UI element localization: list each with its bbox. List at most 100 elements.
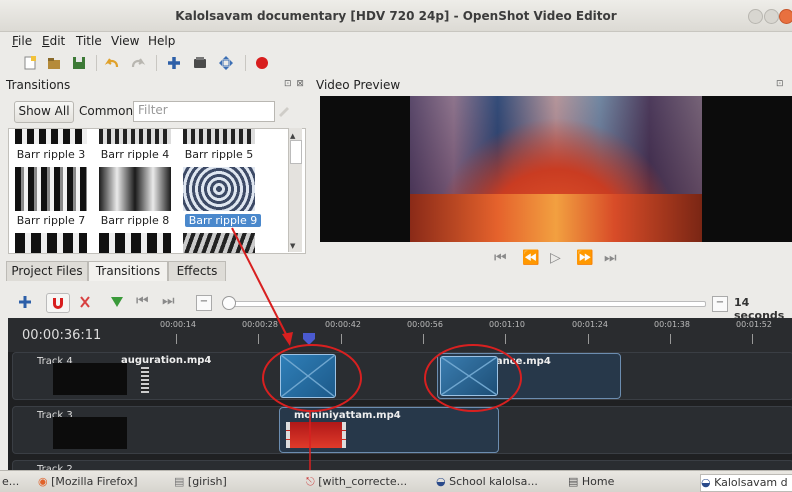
- transition-thumbnail[interactable]: [15, 129, 87, 144]
- clip-moniniyattam[interactable]: moniniyattam.mp4: [279, 407, 499, 453]
- ruler-tick: [258, 334, 259, 344]
- common-filter-label[interactable]: Common: [79, 104, 133, 118]
- preview-dock-icons[interactable]: ⊡: [776, 79, 785, 89]
- transitions-title: Transitions: [6, 78, 71, 92]
- taskbar-item-openshot-school[interactable]: ◒ School kalolsa...: [436, 474, 552, 490]
- clip-thumbnail: [53, 417, 127, 449]
- transition-thumbnail[interactable]: [99, 167, 171, 211]
- ruler-tick-label: 00:01:10: [489, 320, 525, 329]
- razor-icon[interactable]: [78, 295, 92, 309]
- transition-label[interactable]: Barr ripple 4: [93, 148, 177, 161]
- zoom-out-icon[interactable]: −: [196, 295, 212, 311]
- track-4[interactable]: Track 4 auguration.mp4 group dance.mp4: [12, 352, 792, 400]
- close-button[interactable]: [779, 9, 792, 24]
- menu-edit[interactable]: Edit: [42, 34, 65, 48]
- menu-title[interactable]: Title: [76, 34, 102, 48]
- ruler-tick-label: 00:00:14: [160, 320, 196, 329]
- transition-label[interactable]: Barr ripple 7: [9, 214, 93, 227]
- ruler-tick: [341, 334, 342, 344]
- ruler-tick: [423, 334, 424, 344]
- video-frame-floor: [410, 194, 702, 242]
- transition-thumbnail[interactable]: [99, 233, 171, 253]
- snapping-button[interactable]: [46, 293, 70, 313]
- save-project-icon[interactable]: [71, 55, 87, 71]
- document-icon: ⎋: [306, 475, 315, 488]
- taskbar-item-home[interactable]: ▤ Home: [568, 474, 678, 490]
- taskbar-item-firefox[interactable]: ◉ [Mozilla Firefox]: [38, 474, 154, 490]
- jump-start-icon[interactable]: ⏮: [494, 250, 507, 266]
- zoom-in-icon[interactable]: −: [712, 296, 728, 312]
- ruler-tick-label: 00:00:56: [407, 320, 443, 329]
- transition-label[interactable]: Barr ripple 5: [177, 148, 261, 161]
- openshot-icon: ◒: [436, 475, 446, 488]
- video-preview-title: Video Preview: [316, 78, 401, 92]
- menu-file[interactable]: File: [12, 34, 32, 48]
- transition-label[interactable]: Barr ripple 3: [9, 148, 93, 161]
- transition-thumbnail[interactable]: [99, 129, 171, 144]
- menu-bar: File Edit Title View Help: [0, 32, 792, 52]
- play-icon[interactable]: ▷: [550, 250, 561, 266]
- transition-label-selected[interactable]: Barr ripple 9: [185, 214, 261, 227]
- menu-help[interactable]: Help: [148, 34, 175, 48]
- profile-icon[interactable]: [192, 55, 208, 71]
- scroll-down-icon[interactable]: ▼: [290, 242, 295, 250]
- clip-thumbnail: [53, 363, 127, 395]
- transition-thumbnail[interactable]: [183, 233, 255, 253]
- previous-marker-icon[interactable]: ⏮: [136, 293, 149, 309]
- transitions-dock-icons[interactable]: ⊡ ⊠: [284, 79, 305, 89]
- import-files-icon[interactable]: [166, 55, 182, 71]
- maximize-button[interactable]: [764, 9, 779, 24]
- new-project-icon[interactable]: [22, 55, 38, 71]
- filter-input[interactable]: Filter: [133, 101, 275, 122]
- transition-thumbnail[interactable]: [183, 129, 255, 144]
- transition-thumbnail[interactable]: [183, 167, 255, 211]
- track-3[interactable]: Track 3 moniniyattam.mp4: [12, 406, 792, 454]
- window-title: Kalolsavam documentary [HDV 720 24p] - O…: [175, 9, 617, 23]
- tab-transitions[interactable]: Transitions: [88, 261, 168, 281]
- transition-thumbnail[interactable]: [15, 167, 87, 211]
- ruler-tick: [176, 334, 177, 344]
- zoom-slider[interactable]: [228, 301, 706, 307]
- menu-view[interactable]: View: [111, 34, 139, 48]
- show-all-button[interactable]: Show All: [14, 101, 74, 123]
- title-bar: Kalolsavam documentary [HDV 720 24p] - O…: [0, 0, 792, 32]
- tab-effects[interactable]: Effects: [168, 261, 226, 281]
- rewind-icon[interactable]: ⏪: [522, 250, 539, 266]
- ruler-tick: [670, 334, 671, 344]
- taskbar: e... ◉ [Mozilla Firefox] ▤ [girish] ⎋ [w…: [0, 470, 792, 492]
- redo-icon[interactable]: [130, 55, 146, 71]
- taskbar-item-document[interactable]: ⎋ [with_correcte...: [306, 474, 424, 490]
- undo-icon[interactable]: [104, 55, 120, 71]
- window-icon: ▤: [174, 475, 185, 488]
- film-strip-icon: [141, 367, 149, 393]
- fast-forward-icon[interactable]: ⏩: [576, 250, 593, 266]
- taskbar-item[interactable]: e...: [2, 474, 19, 490]
- transition-label[interactable]: Barr ripple 8: [93, 214, 177, 227]
- export-video-icon[interactable]: [254, 55, 270, 71]
- clear-filter-icon[interactable]: [276, 102, 292, 118]
- ruler-tick-label: 00:00:28: [242, 320, 278, 329]
- zoom-slider-handle[interactable]: [222, 296, 236, 310]
- scroll-up-icon[interactable]: ▲: [290, 132, 295, 140]
- taskbar-item-kalolsavam[interactable]: ◒ Kalolsavam d: [700, 474, 792, 492]
- tab-project-files[interactable]: Project Files: [6, 261, 88, 281]
- ruler-tick-label: 00:01:24: [572, 320, 608, 329]
- fullscreen-icon[interactable]: [218, 55, 234, 71]
- scrollbar-thumb[interactable]: [290, 140, 302, 164]
- open-project-icon[interactable]: [46, 55, 62, 71]
- jump-end-icon[interactable]: ⏭: [604, 250, 617, 266]
- taskbar-item-girish[interactable]: ▤ [girish]: [174, 474, 284, 490]
- add-track-icon[interactable]: [18, 295, 32, 309]
- minimize-button[interactable]: [748, 9, 763, 24]
- timeline-toolbar: ⏮ ⏭ − − 14 seconds: [0, 288, 792, 322]
- next-marker-icon[interactable]: ⏭: [162, 293, 175, 309]
- timeline-ruler[interactable]: 00:00:36:11 00:00:14 00:00:28 00:00:42 0…: [8, 318, 792, 352]
- timeline[interactable]: 00:00:36:11 00:00:14 00:00:28 00:00:42 0…: [8, 318, 792, 481]
- add-marker-icon[interactable]: [110, 295, 124, 309]
- transition-thumbnail[interactable]: [15, 233, 87, 253]
- openshot-icon: ◒: [701, 476, 711, 489]
- annotation-circle: [262, 344, 362, 412]
- ruler-tick: [588, 334, 589, 344]
- transitions-scrollbar[interactable]: ▲ ▼: [288, 128, 302, 252]
- main-toolbar: [0, 52, 792, 74]
